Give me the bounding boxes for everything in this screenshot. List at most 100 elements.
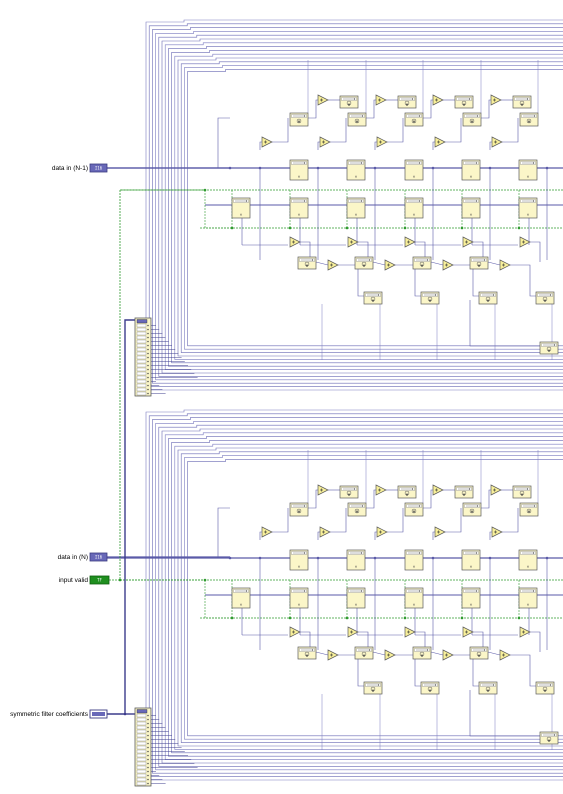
feedback-node[interactable]: × [231, 197, 251, 219]
index-array-node[interactable] [134, 707, 152, 787]
multiply-accumulate-node[interactable]: ▤ [478, 681, 498, 695]
add-node[interactable] [432, 484, 444, 496]
add-node[interactable] [432, 94, 444, 106]
multiply-accumulate-node[interactable]: ▤ [354, 256, 374, 270]
multiply-accumulate-node[interactable]: ▤ [339, 485, 359, 499]
index-array-node[interactable] [134, 317, 152, 397]
add-node[interactable] [261, 526, 273, 538]
feedback-node[interactable]: × [346, 159, 366, 181]
add-node[interactable] [442, 649, 454, 661]
add-node[interactable] [319, 526, 331, 538]
multiply-accumulate-node[interactable]: ▤ [289, 502, 309, 517]
add-node[interactable] [499, 649, 511, 661]
feedback-node[interactable]: × [404, 159, 424, 181]
add-node[interactable] [490, 94, 502, 106]
multiply-accumulate-node[interactable]: ▤ [512, 485, 532, 499]
multiply-accumulate-node[interactable]: ▤ [519, 502, 539, 517]
multiply-accumulate-node[interactable]: ▤ [289, 112, 309, 127]
add-node[interactable] [289, 626, 301, 638]
multiply-accumulate-node[interactable]: ▤ [469, 646, 489, 660]
multiply-accumulate-node[interactable]: ▤ [297, 646, 317, 660]
add-node[interactable] [327, 649, 339, 661]
feedback-node[interactable]: × [461, 197, 481, 219]
feedback-node[interactable]: × [518, 587, 538, 609]
add-node[interactable] [376, 526, 388, 538]
add-node[interactable] [519, 626, 531, 638]
add-node[interactable] [491, 526, 503, 538]
add-node[interactable] [327, 259, 339, 271]
feedback-node[interactable]: × [231, 587, 251, 609]
add-node[interactable] [462, 626, 474, 638]
feedback-node[interactable]: × [346, 587, 366, 609]
terminal-input-valid[interactable]: input valid TF [59, 575, 110, 585]
add-node[interactable] [404, 236, 416, 248]
add-node[interactable] [434, 136, 446, 148]
add-node[interactable] [261, 136, 273, 148]
feedback-node[interactable]: × [518, 197, 538, 219]
add-node[interactable] [491, 136, 503, 148]
add-node[interactable] [317, 94, 329, 106]
feedback-node[interactable]: × [346, 197, 366, 219]
multiply-accumulate-node[interactable]: ▤ [354, 646, 374, 660]
multiply-accumulate-node[interactable]: ▤ [297, 256, 317, 270]
add-node[interactable] [347, 236, 359, 248]
add-node[interactable] [375, 484, 387, 496]
terminal-symmetric-filter-coefficients[interactable]: symmetric filter coefficients [10, 709, 108, 719]
multiply-accumulate-node[interactable]: ▤ [412, 256, 432, 270]
add-node[interactable] [462, 236, 474, 248]
multiply-accumulate-node[interactable]: ▤ [512, 95, 532, 109]
add-node[interactable] [347, 626, 359, 638]
add-node[interactable] [376, 136, 388, 148]
feedback-node[interactable]: × [518, 549, 538, 571]
feedback-node[interactable]: × [461, 159, 481, 181]
multiply-accumulate-node[interactable]: ▤ [478, 291, 498, 305]
feedback-node[interactable]: × [289, 587, 309, 609]
multiply-accumulate-node[interactable]: ▤ [535, 291, 555, 305]
add-node[interactable] [384, 259, 396, 271]
multiply-accumulate-node[interactable]: ▤ [462, 112, 482, 127]
terminal-data-in-n-1[interactable]: data in (N-1) I16 [52, 163, 108, 173]
multiply-accumulate-node[interactable]: ▤ [454, 95, 474, 109]
add-node[interactable] [442, 259, 454, 271]
feedback-node[interactable]: × [404, 587, 424, 609]
feedback-node[interactable]: × [289, 159, 309, 181]
feedback-node[interactable]: × [461, 549, 481, 571]
multiply-accumulate-node[interactable]: ▤ [469, 256, 489, 270]
add-node[interactable] [490, 484, 502, 496]
terminal-data-in-n[interactable]: data in (N) I16 [58, 552, 108, 562]
add-node[interactable] [317, 484, 329, 496]
add-node[interactable] [499, 259, 511, 271]
feedback-node[interactable]: × [404, 197, 424, 219]
multiply-accumulate-node[interactable]: ▤ [535, 681, 555, 695]
multiply-accumulate-node[interactable]: ▤ [412, 646, 432, 660]
add-node[interactable] [289, 236, 301, 248]
multiply-accumulate-node[interactable]: ▤ [397, 485, 417, 499]
multiply-accumulate-node[interactable]: ▤ [420, 291, 440, 305]
multiply-accumulate-node[interactable]: ▤ [363, 291, 383, 305]
feedback-node[interactable]: × [289, 197, 309, 219]
feedback-node[interactable]: × [346, 549, 366, 571]
add-node[interactable] [319, 136, 331, 148]
feedback-node[interactable]: × [461, 587, 481, 609]
feedback-node[interactable]: × [404, 549, 424, 571]
add-node[interactable] [519, 236, 531, 248]
add-node[interactable] [384, 649, 396, 661]
multiply-accumulate-node[interactable]: ▤ [397, 95, 417, 109]
multiply-accumulate-node[interactable]: ▤ [454, 485, 474, 499]
add-node[interactable] [404, 626, 416, 638]
add-node[interactable] [434, 526, 446, 538]
multiply-accumulate-node[interactable]: ▤ [462, 502, 482, 517]
multiply-accumulate-node[interactable]: ▤ [347, 112, 367, 127]
add-node[interactable] [375, 94, 387, 106]
multiply-accumulate-node[interactable]: ▤ [519, 112, 539, 127]
multiply-accumulate-node[interactable]: ▤ [404, 112, 424, 127]
multiply-accumulate-node[interactable]: ▤ [363, 681, 383, 695]
multiply-accumulate-node[interactable]: ▤ [420, 681, 440, 695]
feedback-node[interactable]: × [518, 159, 538, 181]
multiply-accumulate-node[interactable]: ▤ [339, 95, 359, 109]
feedback-node[interactable]: × [289, 549, 309, 571]
multiply-accumulate-node[interactable]: ▤ [347, 502, 367, 517]
multiply-accumulate-node[interactable]: ▤ [539, 341, 559, 355]
multiply-accumulate-node[interactable]: ▤ [404, 502, 424, 517]
multiply-accumulate-node[interactable]: ▤ [539, 731, 559, 745]
